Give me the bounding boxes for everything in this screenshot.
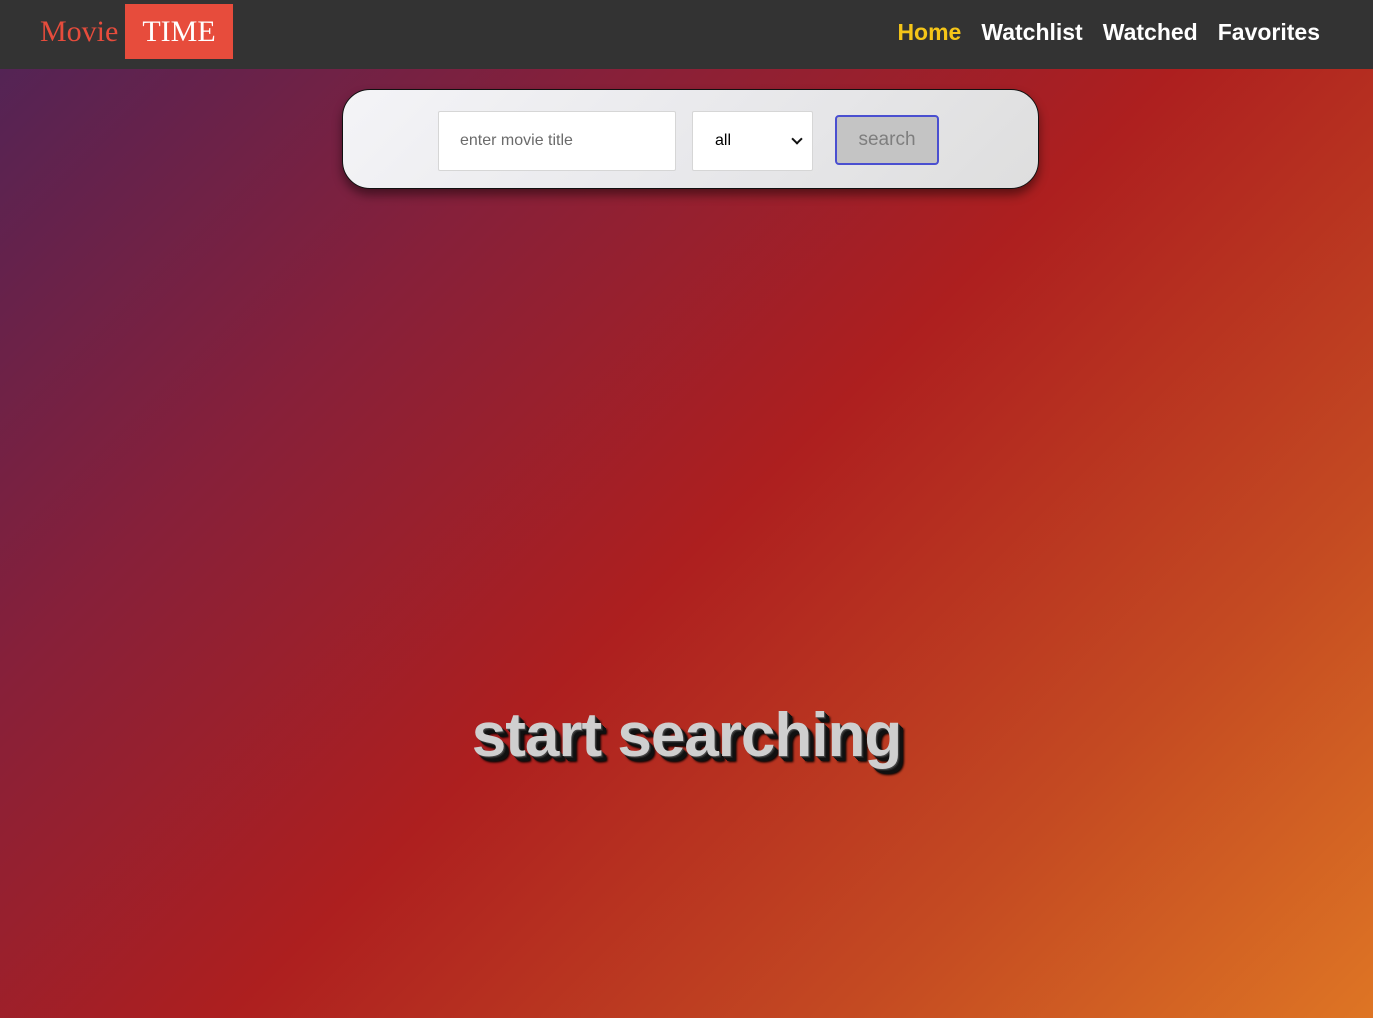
site-logo[interactable]: Movie TIME [40, 4, 233, 59]
main-nav: Home Watchlist Watched Favorites [897, 0, 1320, 64]
nav-link-home[interactable]: Home [897, 19, 961, 46]
nav-link-watchlist[interactable]: Watchlist [981, 19, 1082, 46]
category-select-value: all [715, 132, 732, 149]
search-button[interactable]: search [835, 115, 939, 165]
logo-text-movie: Movie [40, 14, 119, 48]
top-navbar: Movie TIME Home Watchlist Watched Favori… [0, 0, 1373, 69]
nav-link-watched[interactable]: Watched [1103, 19, 1198, 46]
nav-link-favorites[interactable]: Favorites [1218, 19, 1320, 46]
category-select[interactable]: all [692, 111, 813, 171]
search-panel: all search [342, 89, 1039, 189]
chevron-down-icon [791, 133, 803, 145]
empty-state-message: start searching [471, 701, 903, 770]
logo-text-time: TIME [125, 4, 233, 59]
movie-title-search-input[interactable] [438, 111, 676, 171]
